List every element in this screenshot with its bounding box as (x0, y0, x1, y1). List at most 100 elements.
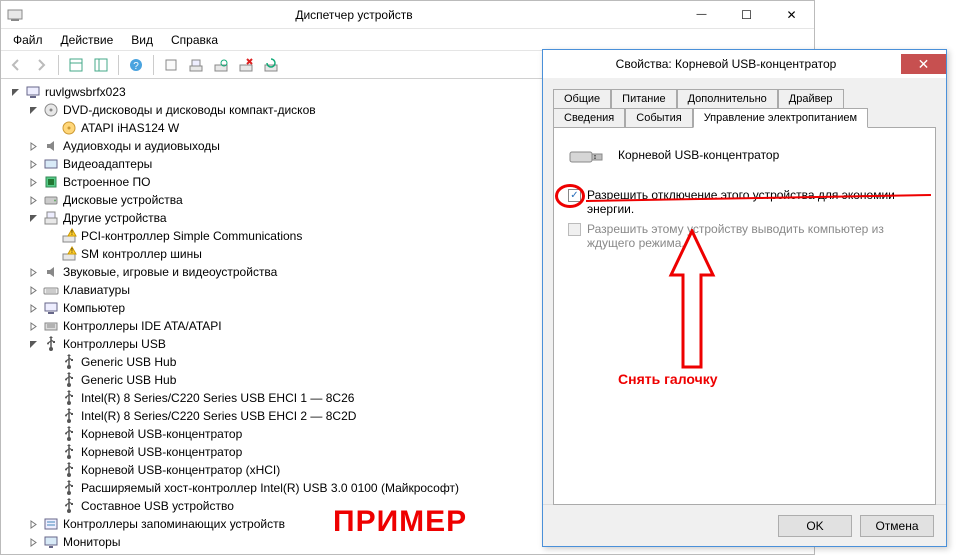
expander-placeholder (45, 356, 57, 368)
device-name: Корневой USB-концентратор (618, 148, 779, 162)
audio-icon (43, 138, 59, 154)
svg-text:!: ! (71, 230, 73, 237)
cancel-button[interactable]: Отмена (860, 515, 934, 537)
tree-item-label: Intel(R) 8 Series/C220 Series USB EHCI 1… (81, 391, 354, 405)
toolbar-refresh-icon[interactable] (260, 54, 282, 76)
expander-placeholder (45, 446, 57, 458)
tab-driver[interactable]: Драйвер (778, 89, 844, 108)
tree-item-label: Generic USB Hub (81, 373, 176, 387)
disc-icon (61, 120, 77, 136)
collapse-icon[interactable] (27, 212, 39, 224)
properties-dialog: Свойства: Корневой USB-концентратор ✕ Об… (542, 49, 947, 547)
tree-item-label: Корневой USB-концентратор (81, 445, 242, 459)
toolbar-help-icon[interactable]: ? (125, 54, 147, 76)
tree-item-label: PCI-контроллер Simple Communications (81, 229, 302, 243)
storage-icon (43, 516, 59, 532)
collapse-icon[interactable] (27, 338, 39, 350)
ide-icon (43, 318, 59, 334)
keyboard-icon (43, 282, 59, 298)
tree-item-label: Дисковые устройства (63, 193, 183, 207)
tab-panel-power-management: Корневой USB-концентратор ✓ Разрешить от… (553, 127, 936, 505)
expand-icon[interactable] (27, 518, 39, 530)
firmware-icon (43, 174, 59, 190)
hdd-icon (43, 192, 59, 208)
checkbox-label: Разрешить отключение этого устройства дл… (587, 188, 921, 216)
toolbar-view1-icon[interactable] (65, 54, 87, 76)
menu-action[interactable]: Действие (53, 31, 122, 49)
device-manager-icon (7, 7, 23, 23)
toolbar-devices-icon[interactable] (185, 54, 207, 76)
minimize-button[interactable] (679, 5, 724, 25)
tab-power-management[interactable]: Управление электропитанием (693, 108, 868, 128)
properties-titlebar: Свойства: Корневой USB-концентратор ✕ (543, 50, 946, 78)
usb-device-icon (568, 142, 604, 168)
expander-placeholder (45, 500, 57, 512)
monitor-icon (43, 534, 59, 550)
maximize-button[interactable]: ☐ (724, 5, 769, 25)
tab-advanced[interactable]: Дополнительно (677, 89, 778, 108)
toolbar-forward-icon[interactable] (30, 54, 52, 76)
tree-item-label: Контроллеры USB (63, 337, 166, 351)
usb-icon (61, 462, 77, 478)
tab-power[interactable]: Питание (611, 89, 676, 108)
expand-icon[interactable] (27, 158, 39, 170)
svg-text:?: ? (133, 61, 139, 72)
tree-item-label: Другие устройства (63, 211, 167, 225)
dialog-close-button[interactable]: ✕ (901, 54, 946, 74)
expand-icon[interactable] (27, 140, 39, 152)
collapse-icon[interactable] (9, 86, 21, 98)
tree-item-label: Видеоадаптеры (63, 157, 152, 171)
checkbox-icon (568, 223, 581, 236)
device-manager-titlebar: Диспетчер устройств ☐ ✕ (1, 1, 814, 29)
video-icon (43, 156, 59, 172)
tab-events[interactable]: События (625, 108, 692, 128)
tree-item-label: Аудиовходы и аудиовыходы (63, 139, 220, 153)
expand-icon[interactable] (27, 536, 39, 548)
expander-placeholder (45, 428, 57, 440)
usb-icon (61, 426, 77, 442)
toolbar-view2-icon[interactable] (90, 54, 112, 76)
device-manager-title: Диспетчер устройств (29, 8, 679, 22)
tab-general[interactable]: Общие (553, 89, 611, 108)
tree-item-label: ruvlgwsbrfx023 (45, 85, 126, 99)
menu-bar: Файл Действие Вид Справка (1, 29, 814, 51)
expand-icon[interactable] (27, 176, 39, 188)
expander-placeholder (45, 392, 57, 404)
usb-icon (61, 480, 77, 496)
window-close-button[interactable]: ✕ (769, 5, 814, 25)
ok-button[interactable]: OK (778, 515, 852, 537)
tree-item-label: Компьютер (63, 301, 125, 315)
expand-icon[interactable] (27, 266, 39, 278)
tree-item-label: Intel(R) 8 Series/C220 Series USB EHCI 2… (81, 409, 356, 423)
usb-icon (61, 390, 77, 406)
tree-item-label: Расширяемый хост-контроллер Intel(R) USB… (81, 481, 459, 495)
expand-icon[interactable] (27, 320, 39, 332)
tabs: Общие Питание Дополнительно Драйвер Свед… (553, 88, 936, 505)
usb-icon (43, 336, 59, 352)
tree-item-label: Контроллеры запоминающих устройств (63, 517, 285, 531)
audio-icon (43, 264, 59, 280)
usb-icon (61, 408, 77, 424)
tree-item-label: Контроллеры IDE ATA/ATAPI (63, 319, 222, 333)
toolbar-back-icon[interactable] (5, 54, 27, 76)
toolbar-properties-icon[interactable] (160, 54, 182, 76)
expand-icon[interactable] (27, 194, 39, 206)
expander-placeholder (45, 230, 57, 242)
toolbar-scan-icon[interactable] (210, 54, 232, 76)
collapse-icon[interactable] (27, 104, 39, 116)
checkbox-allow-power-off[interactable]: ✓ Разрешить отключение этого устройства … (568, 188, 921, 216)
menu-help[interactable]: Справка (163, 31, 226, 49)
checkbox-label: Разрешить этому устройству выводить комп… (587, 222, 921, 250)
menu-file[interactable]: Файл (5, 31, 51, 49)
pc-icon (25, 84, 41, 100)
tree-item-label: Корневой USB-концентратор (81, 427, 242, 441)
tab-details[interactable]: Сведения (553, 108, 625, 128)
expand-icon[interactable] (27, 302, 39, 314)
expand-icon[interactable] (27, 284, 39, 296)
toolbar-uninstall-icon[interactable] (235, 54, 257, 76)
dialog-footer: OK Отмена (543, 504, 946, 546)
menu-view[interactable]: Вид (123, 31, 161, 49)
checkbox-icon: ✓ (568, 189, 581, 202)
usb-icon (61, 354, 77, 370)
tree-item-label: Клавиатуры (63, 283, 130, 297)
